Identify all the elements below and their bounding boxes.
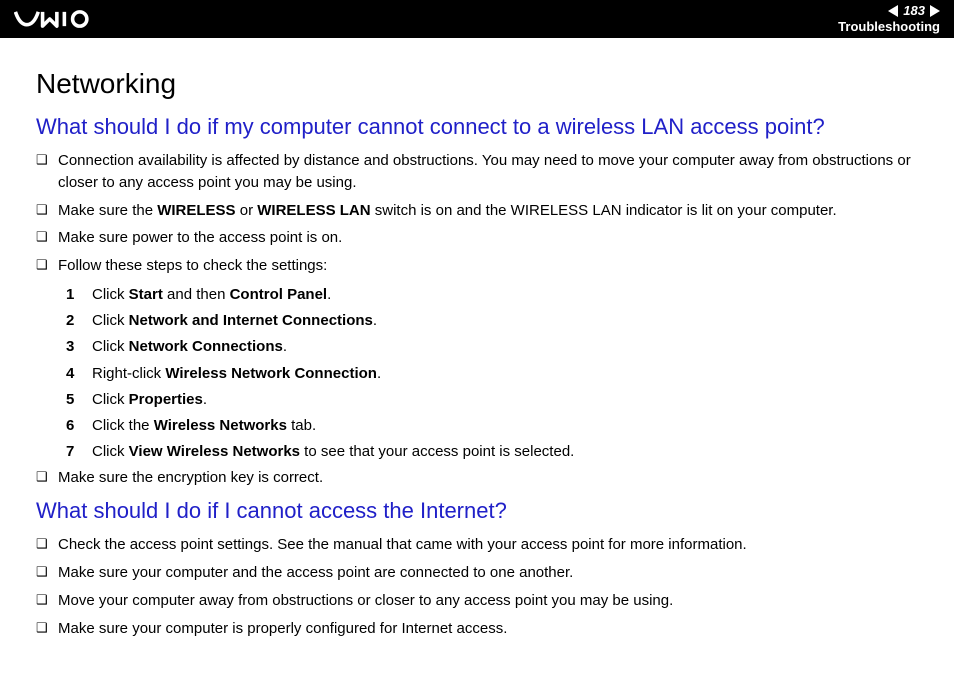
list-item: ❑Make sure power to the access point is … [36,227,918,249]
bullet-icon: ❑ [36,562,58,583]
bullet-icon: ❑ [36,227,58,248]
step-text: Click Network and Internet Connections. [92,309,918,332]
bullet-text: Connection availability is affected by d… [58,150,918,194]
step-number: 7 [66,440,92,463]
bullet-text: Make sure the WIRELESS or WIRELESS LAN s… [58,200,918,222]
list-item: ❑Follow these steps to check the setting… [36,255,918,277]
q1-bullets: ❑Connection availability is affected by … [36,150,918,277]
list-item: ❑Check the access point settings. See th… [36,534,918,556]
bullet-text: Make sure the encryption key is correct. [58,467,918,489]
bullet-icon: ❑ [36,618,58,639]
step-item: 3Click Network Connections. [66,335,918,358]
step-text: Right-click Wireless Network Connection. [92,362,918,385]
bullet-text: Make sure your computer and the access p… [58,562,918,584]
bullet-icon: ❑ [36,200,58,221]
q1-steps: 1Click Start and then Control Panel. 2Cl… [66,283,918,464]
q2-bullets: ❑Check the access point settings. See th… [36,534,918,639]
bullet-text: Move your computer away from obstruction… [58,590,918,612]
page-header: 183 Troubleshooting [0,0,954,38]
step-number: 2 [66,309,92,332]
step-item: 1Click Start and then Control Panel. [66,283,918,306]
step-number: 4 [66,362,92,385]
bullet-text: Check the access point settings. See the… [58,534,918,556]
bullet-text: Make sure power to the access point is o… [58,227,918,249]
step-text: Click Network Connections. [92,335,918,358]
bullet-text: Make sure your computer is properly conf… [58,618,918,640]
list-item: ❑Make sure your computer and the access … [36,562,918,584]
list-item: ❑Connection availability is affected by … [36,150,918,194]
bullet-icon: ❑ [36,467,58,488]
step-number: 1 [66,283,92,306]
question-heading-1: What should I do if my computer cannot c… [36,114,918,140]
step-item: 2Click Network and Internet Connections. [66,309,918,332]
next-page-arrow-icon[interactable] [930,5,940,17]
bullet-icon: ❑ [36,534,58,555]
vaio-logo [14,9,114,29]
bullet-icon: ❑ [36,150,58,171]
header-right: 183 Troubleshooting [838,4,940,35]
step-number: 5 [66,388,92,411]
page-nav: 183 [838,4,940,18]
step-item: 6Click the Wireless Networks tab. [66,414,918,437]
step-number: 6 [66,414,92,437]
vaio-logo-svg [14,9,114,29]
step-item: 4Right-click Wireless Network Connection… [66,362,918,385]
question-heading-2: What should I do if I cannot access the … [36,498,918,524]
bullet-icon: ❑ [36,255,58,276]
step-text: Click View Wireless Networks to see that… [92,440,918,463]
step-text: Click Properties. [92,388,918,411]
list-item: ❑Move your computer away from obstructio… [36,590,918,612]
step-number: 3 [66,335,92,358]
step-text: Click Start and then Control Panel. [92,283,918,306]
bullet-icon: ❑ [36,590,58,611]
q1-bullets-2: ❑Make sure the encryption key is correct… [36,467,918,489]
step-item: 7Click View Wireless Networks to see tha… [66,440,918,463]
bullet-text: Follow these steps to check the settings… [58,255,918,277]
page-number: 183 [900,4,928,18]
list-item: ❑Make sure the encryption key is correct… [36,467,918,489]
step-item: 5Click Properties. [66,388,918,411]
page-content: Networking What should I do if my comput… [0,38,954,639]
list-item: ❑Make sure your computer is properly con… [36,618,918,640]
page-title: Networking [36,68,918,100]
prev-page-arrow-icon[interactable] [888,5,898,17]
step-text: Click the Wireless Networks tab. [92,414,918,437]
list-item: ❑Make sure the WIRELESS or WIRELESS LAN … [36,200,918,222]
section-name: Troubleshooting [838,20,940,34]
